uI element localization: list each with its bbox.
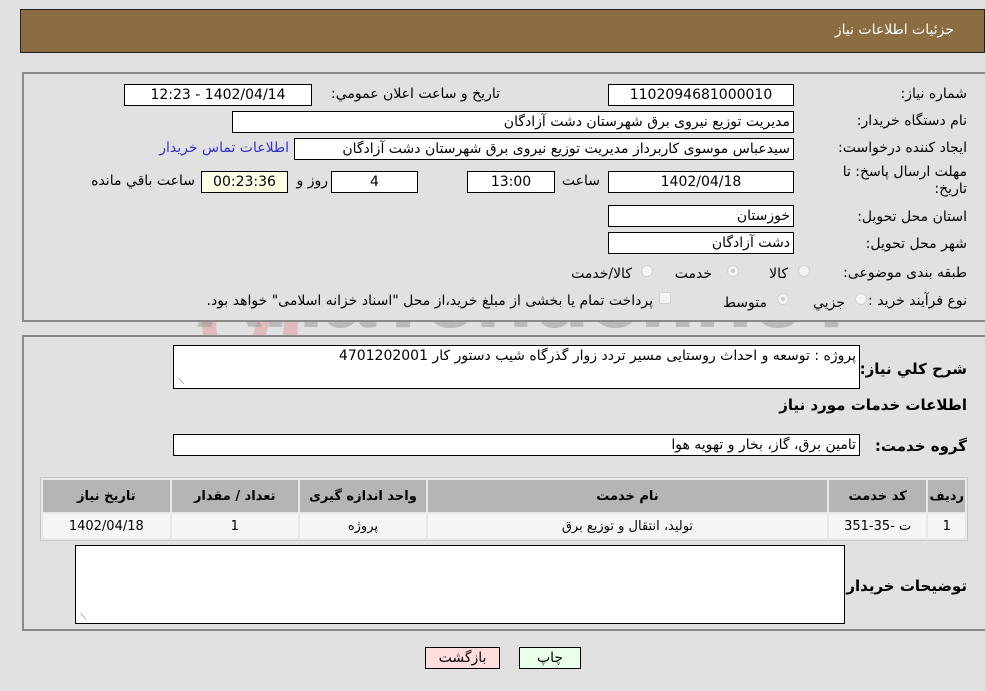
page-title: جزئیات اطلاعات نیاز — [834, 22, 954, 38]
col-header-unit: واحد اندازه گیری — [299, 480, 427, 512]
page-header: جزئیات اطلاعات نیاز — [20, 9, 985, 53]
deadline-label: مهلت ارسال پاسخ: تا تاریخ: — [842, 164, 967, 197]
time-remaining-field: 00:23:36 — [201, 171, 288, 193]
table-header-row: ردیف کد خدمت نام خدمت واحد اندازه گیری ت… — [43, 480, 965, 512]
need-number-field[interactable]: 1102094681000010 — [608, 84, 794, 106]
category-label: طبقه بندی موضوعی: — [843, 265, 967, 281]
back-button[interactable]: بازگشت — [425, 647, 500, 669]
city-field[interactable]: دشت آزادگان — [608, 232, 794, 254]
description-label: شرح کلي نیاز: — [859, 360, 967, 378]
city-label: شهر محل تحویل: — [865, 236, 967, 252]
creator-field[interactable]: سیدعباس موسوی کاربرداز مدیریت توزیع نیرو… — [294, 138, 794, 160]
table-row: 1 ت -35-351 تولید، انتقال و توزیع برق پر… — [43, 514, 965, 538]
process-option-minor: جزيي — [813, 295, 845, 311]
service-group-field[interactable]: تامین برق، گاز، بخار و تهویه هوا — [173, 434, 860, 456]
col-header-quantity: تعداد / مقدار — [171, 480, 298, 512]
category-radio-service[interactable] — [727, 265, 739, 277]
col-header-service-name: نام خدمت — [428, 480, 827, 512]
print-button[interactable]: چاپ — [519, 647, 581, 669]
deadline-time-field[interactable]: 13:00 — [467, 171, 555, 193]
cell-unit: پروژه — [299, 514, 427, 538]
col-header-row-number: ردیف — [928, 480, 965, 512]
announce-datetime-field[interactable]: 1402/04/14 - 12:23 — [124, 84, 312, 106]
process-type-label: نوع فرآیند خرید : — [868, 293, 967, 309]
services-table: ردیف کد خدمت نام خدمت واحد اندازه گیری ت… — [40, 477, 968, 541]
col-header-service-code: کد خدمت — [828, 480, 927, 512]
days-remaining-field[interactable]: 4 — [331, 171, 418, 193]
cell-quantity: 1 — [171, 514, 298, 538]
resize-grip-icon[interactable]: ⟋ — [78, 613, 86, 621]
cell-need-date: 1402/04/18 — [43, 514, 170, 538]
treasury-note: پرداخت تمام یا بخشی از مبلغ خرید،از محل … — [206, 293, 653, 309]
col-header-need-date: تاریخ نیاز — [43, 480, 170, 512]
resize-grip-icon[interactable]: ⟋ — [176, 378, 184, 386]
category-option-goods: کالا — [769, 266, 788, 282]
cell-service-code: ت -35-351 — [828, 514, 927, 538]
need-details-panel: شماره نیاز: 1102094681000010 تاریخ و ساع… — [22, 72, 985, 322]
announce-label: تاریخ و ساعت اعلان عمومي: — [331, 86, 500, 102]
category-option-service: خدمت — [674, 266, 712, 282]
buyer-contact-link[interactable]: اطلاعات تماس خریدار — [159, 140, 289, 156]
process-option-medium: متوسط — [723, 295, 767, 311]
time-remaining-label: ساعت باقي مانده — [91, 173, 195, 189]
deadline-date-field[interactable]: 1402/04/18 — [608, 171, 794, 193]
creator-label: ایجاد کننده درخواست: — [838, 140, 967, 156]
category-option-both: کالا/خدمت — [571, 266, 632, 282]
buyer-notes-textarea[interactable]: ⟋ — [75, 545, 845, 624]
services-section-title: اطلاعات خدمات مورد نیاز — [779, 396, 967, 414]
deadline-time-label: ساعت — [561, 173, 600, 189]
buyer-org-field[interactable]: مدیریت توزیع نیروی برق شهرستان دشت آزادگ… — [232, 111, 794, 133]
description-text: پروژه : توسعه و احداث روستایی مسیر تردد … — [338, 348, 856, 364]
cell-service-name: تولید، انتقال و توزیع برق — [428, 514, 827, 538]
service-group-label: گروه خدمت: — [874, 437, 967, 455]
category-radio-goods[interactable] — [798, 265, 810, 277]
treasury-checkbox[interactable] — [659, 292, 671, 304]
process-radio-medium[interactable] — [777, 293, 789, 305]
need-number-label: شماره نیاز: — [900, 86, 968, 102]
days-label: روز و — [296, 173, 329, 189]
buyer-org-label: نام دستگاه خریدار: — [856, 113, 967, 129]
province-label: استان محل تحویل: — [857, 209, 967, 225]
process-radio-minor[interactable] — [855, 293, 867, 305]
category-radio-both[interactable] — [641, 265, 653, 277]
buyer-notes-label: توضیحات خریدار: — [840, 577, 967, 595]
province-field[interactable]: خوزستان — [608, 205, 794, 227]
cell-row-number: 1 — [928, 514, 965, 538]
description-textarea[interactable]: پروژه : توسعه و احداث روستایی مسیر تردد … — [173, 345, 860, 389]
